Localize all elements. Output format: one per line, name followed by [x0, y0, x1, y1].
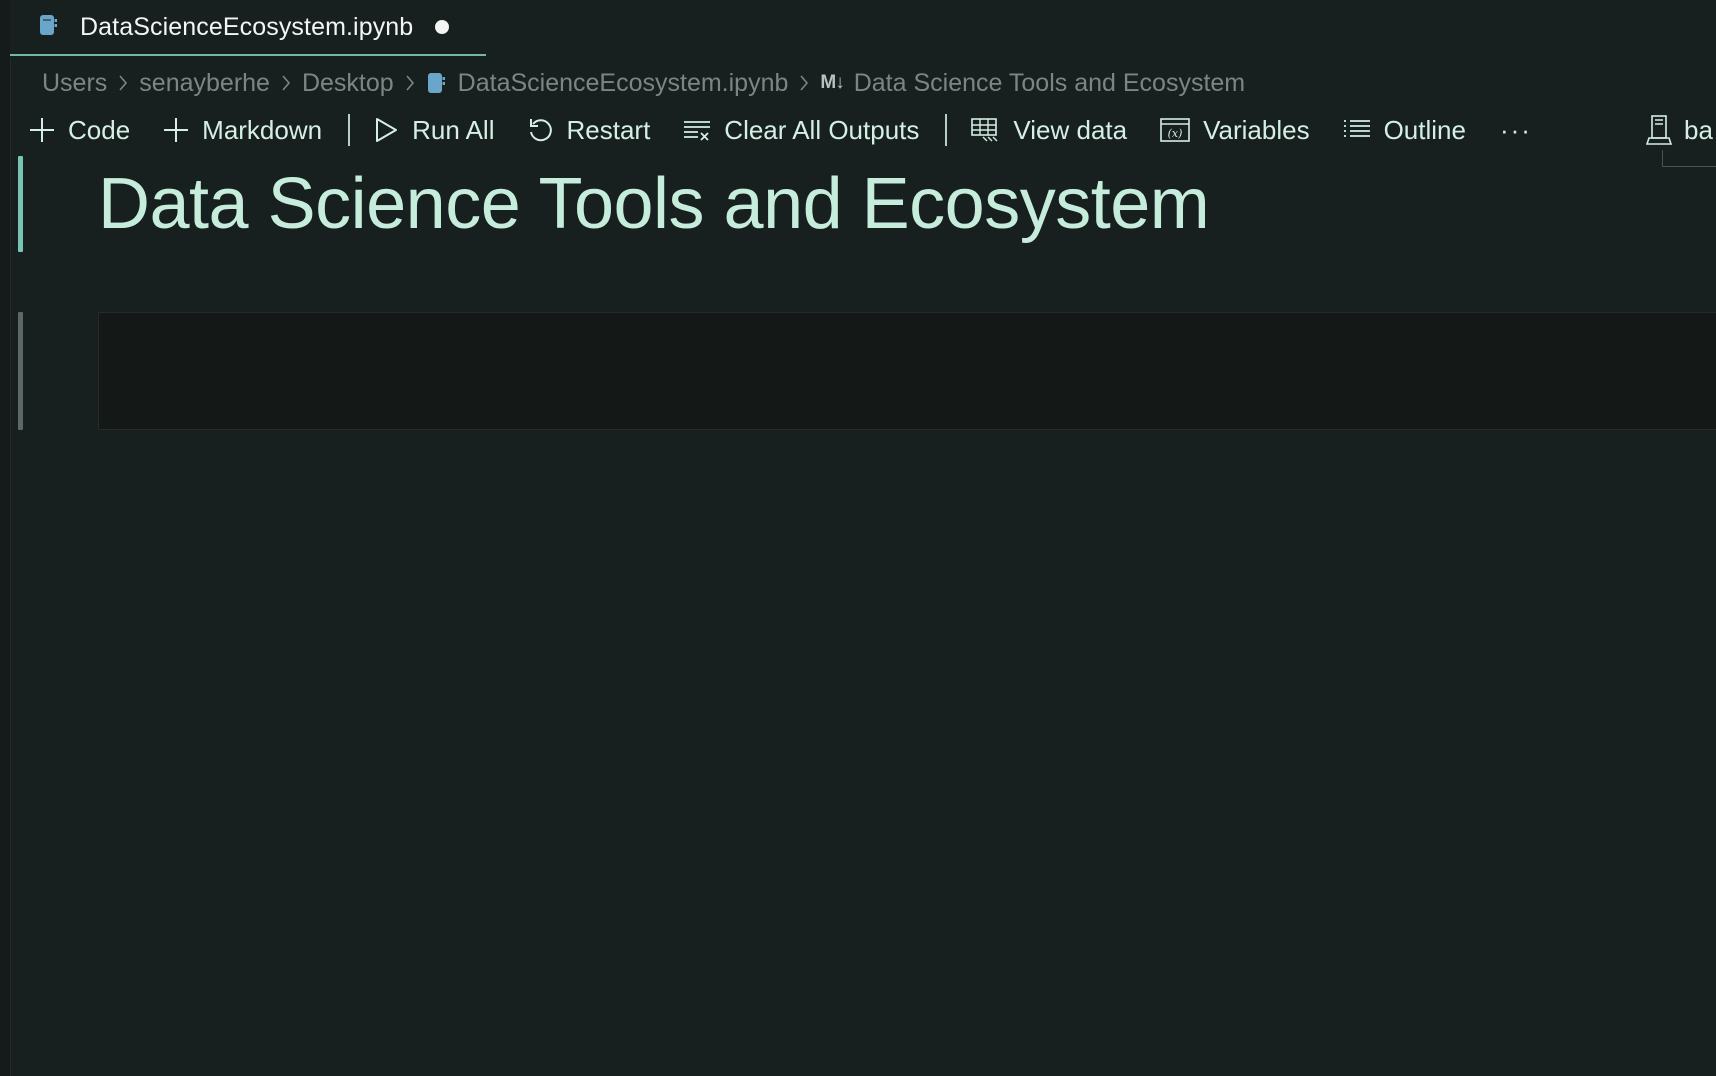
outline-button[interactable]: Outline: [1342, 115, 1466, 146]
breadcrumb: Users senayberhe Desktop DataScienceEcos…: [42, 64, 1245, 102]
run-all-button[interactable]: Run All: [372, 115, 494, 146]
chevron-right-icon: [404, 73, 416, 93]
restart-icon: [530, 119, 553, 142]
breadcrumb-item-notebook[interactable]: DataScienceEcosystem.ipynb: [458, 69, 789, 98]
more-actions-icon[interactable]: ···: [1500, 115, 1532, 146]
notebook-toolbar: Code Markdown Run All Restart Clear All …: [28, 108, 1716, 152]
outline-label: Outline: [1383, 114, 1466, 145]
breadcrumb-item-current-heading[interactable]: Data Science Tools and Ecosystem: [854, 69, 1245, 98]
notebook-icon: [426, 71, 446, 95]
notebook-icon: [38, 13, 58, 42]
breadcrumb-item-desktop[interactable]: Desktop: [302, 69, 394, 98]
add-code-label: Code: [68, 114, 131, 145]
variables-icon: (x): [1160, 118, 1190, 142]
server-icon: [1646, 115, 1672, 145]
svg-text:(x): (x): [1168, 127, 1183, 140]
list-icon: [1343, 120, 1370, 137]
plus-icon: [164, 118, 189, 142]
add-code-cell-button[interactable]: Code: [28, 115, 130, 146]
restart-label: Restart: [566, 114, 651, 145]
table-icon: [971, 118, 998, 142]
clear-all-icon: [684, 121, 711, 141]
view-data-button[interactable]: View data: [969, 115, 1127, 146]
cell-status-bar[interactable]: [18, 312, 23, 430]
code-cell-editor[interactable]: [98, 312, 1716, 430]
breadcrumb-item-users[interactable]: Users: [42, 69, 107, 98]
restart-kernel-button[interactable]: Restart: [526, 115, 650, 146]
clear-all-outputs-button[interactable]: Clear All Outputs: [682, 115, 919, 146]
variables-label: Variables: [1203, 114, 1310, 145]
tab-bar: DataScienceEcosystem.ipynb: [10, 0, 1716, 58]
variables-button[interactable]: (x) Variables: [1159, 114, 1310, 146]
markdown-icon: M↓: [820, 72, 844, 93]
view-data-label: View data: [1013, 114, 1128, 145]
chevron-right-icon: [280, 73, 292, 93]
kernel-picker[interactable]: ba: [1646, 114, 1713, 146]
tab-notebook[interactable]: DataScienceEcosystem.ipynb: [10, 0, 486, 56]
toolbar-divider: [348, 114, 351, 146]
kernel-label: ba: [1684, 114, 1713, 145]
unsaved-dot-icon[interactable]: [435, 20, 450, 34]
tab-title: DataScienceEcosystem.ipynb: [80, 12, 414, 41]
kernel-picker-border: [1662, 150, 1716, 167]
breadcrumb-item-user[interactable]: senayberhe: [139, 69, 270, 98]
toolbar-divider: [945, 114, 948, 146]
chevron-right-icon: [117, 73, 129, 93]
add-markdown-cell-button[interactable]: Markdown: [162, 115, 322, 146]
play-icon: [376, 118, 398, 142]
cell-focus-indicator[interactable]: [18, 156, 23, 252]
add-markdown-label: Markdown: [202, 114, 323, 145]
markdown-heading[interactable]: Data Science Tools and Ecosystem: [98, 162, 1210, 246]
plus-icon: [30, 118, 54, 142]
activity-strip: [0, 0, 11, 1076]
chevron-right-icon: [798, 73, 810, 93]
run-all-label: Run All: [412, 114, 495, 145]
clear-all-outputs-label: Clear All Outputs: [724, 114, 920, 145]
